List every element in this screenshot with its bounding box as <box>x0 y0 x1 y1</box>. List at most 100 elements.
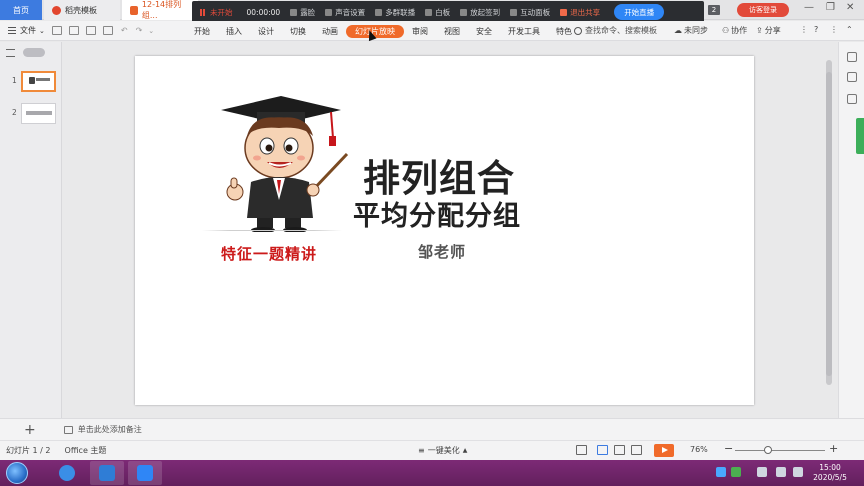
zoom-in-icon[interactable]: + <box>829 442 838 455</box>
menu-bar: 文件 ⌄ ↶ ↷ ⌄ 开始 插入 设计 切换 动画 幻灯片放映 审阅 视图 安全… <box>0 21 864 41</box>
system-clock[interactable]: 15:00 2020/5/5 <box>810 463 850 483</box>
hamburger-icon <box>8 27 16 34</box>
slide-thumbnail-1[interactable] <box>21 71 56 92</box>
tab-home[interactable]: 首页 <box>0 0 42 20</box>
print-icon[interactable] <box>85 26 96 35</box>
sound-settings-button[interactable]: 声音设置 <box>325 7 365 18</box>
tab-developer[interactable]: 开发工具 <box>500 21 548 41</box>
zoom-slider[interactable] <box>735 450 825 451</box>
save-icon[interactable] <box>51 26 62 35</box>
tray-display-icon[interactable] <box>776 467 786 477</box>
tab-design[interactable]: 设计 <box>250 21 282 41</box>
chevron-up-icon: ▲ <box>462 447 468 454</box>
sync-status[interactable]: ☁ 未同步 <box>674 25 708 36</box>
camera-label: 露脸 <box>300 7 316 17</box>
add-slide-icon[interactable]: + <box>24 422 36 438</box>
window-count-badge[interactable]: 2 <box>708 5 720 15</box>
start-live-button[interactable]: 开始直播 <box>614 4 665 20</box>
taskbar-app-sogou[interactable] <box>50 461 84 485</box>
zoom-out-icon[interactable]: − <box>724 442 733 455</box>
right-sidebar <box>838 42 864 418</box>
chevron-down-icon: ⌄ <box>39 26 45 35</box>
location-icon <box>460 8 468 16</box>
command-search-label: 查找命令、搜索模板 <box>585 26 657 35</box>
reading-view-icon[interactable] <box>631 445 642 455</box>
tab-animation[interactable]: 动画 <box>314 21 346 41</box>
daoke-logo-icon <box>52 5 61 15</box>
tab-template[interactable]: 稻壳模板 <box>44 0 120 20</box>
format-icon[interactable] <box>847 94 857 104</box>
slide-thumbnail-2[interactable] <box>21 103 56 124</box>
more-options-icon[interactable]: ⋮ <box>800 25 808 34</box>
tab-insert[interactable]: 插入 <box>218 21 250 41</box>
command-search[interactable]: 查找命令、搜索模板 <box>574 25 657 36</box>
tab-start[interactable]: 开始 <box>186 21 218 41</box>
exit-icon <box>560 8 568 16</box>
tray-volume-icon[interactable] <box>793 467 803 477</box>
tab-document[interactable]: 12-14排列组... <box>122 0 198 20</box>
clock-date: 2020/5/5 <box>813 473 847 482</box>
undo-icon[interactable]: ↶ <box>121 26 128 35</box>
vertical-scrollbar-thumb[interactable] <box>826 72 832 376</box>
quick-access-more-icon[interactable]: ⌄ <box>148 27 154 35</box>
more-icon[interactable]: ⋮ <box>830 25 838 34</box>
zoom-level[interactable]: 76% <box>690 445 708 454</box>
tab-template-label: 稻壳模板 <box>65 5 97 15</box>
share-button[interactable]: ⇪ 分享 <box>756 25 781 36</box>
slide-number: 2 <box>12 108 17 117</box>
close-icon[interactable]: ✕ <box>846 2 854 13</box>
notes-view-icon[interactable] <box>576 445 587 455</box>
start-live-label: 开始直播 <box>624 7 655 17</box>
recording-state-label: 未开始 <box>210 7 233 17</box>
collapse-ribbon-icon[interactable]: ⌃ <box>846 25 853 34</box>
multi-group-button[interactable]: 多群联播 <box>375 7 415 18</box>
thumbnail-view-toggle[interactable] <box>23 48 45 57</box>
check-in-button[interactable]: 放起签到 <box>460 7 500 18</box>
preview-icon[interactable] <box>102 26 113 35</box>
taskbar-app-wps[interactable] <box>90 461 124 485</box>
whiteboard-label: 白板 <box>435 7 451 17</box>
task-pane-icon[interactable] <box>847 52 857 62</box>
whiteboard-button[interactable]: 白板 <box>425 7 450 18</box>
tab-security[interactable]: 安全 <box>468 21 500 41</box>
taskbar-app-recorder[interactable] <box>128 461 162 485</box>
login-label: 访客登录 <box>749 6 777 14</box>
camera-icon <box>290 8 298 16</box>
camera-button[interactable]: 露脸 <box>290 7 315 18</box>
tab-review[interactable]: 审阅 <box>404 21 436 41</box>
help-icon[interactable]: ? <box>814 25 818 34</box>
slide[interactable]: 排列组合 平均分配分组 邹老师 特征一题精讲 <box>135 56 754 405</box>
slide-number: 1 <box>12 76 17 85</box>
login-button[interactable]: 访客登录 <box>737 3 789 17</box>
redo-icon[interactable]: ↷ <box>136 26 143 35</box>
file-menu[interactable]: 文件 ⌄ <box>8 25 45 36</box>
interaction-panel-button[interactable]: 互动面板 <box>510 7 550 18</box>
minimize-icon[interactable]: — <box>804 2 814 13</box>
tray-flag-icon[interactable] <box>757 467 767 477</box>
exit-share-button[interactable]: 退出共享 <box>560 7 600 18</box>
normal-view-icon[interactable] <box>597 445 608 455</box>
multi-group-label: 多群联播 <box>385 7 416 17</box>
tab-view[interactable]: 视图 <box>436 21 468 41</box>
outline-view-icon[interactable] <box>6 48 15 57</box>
zoom-slider-knob[interactable] <box>764 446 772 454</box>
start-button[interactable] <box>6 462 28 484</box>
collaborate-label: 协作 <box>731 26 748 35</box>
theme-name: Office 主题 <box>64 446 107 455</box>
notes-placeholder[interactable]: 单击此处添加备注 <box>78 424 142 435</box>
tab-home-label: 首页 <box>13 5 29 15</box>
side-panel-tab[interactable] <box>856 118 864 154</box>
share-label: 分享 <box>764 26 781 35</box>
beautify-button[interactable]: ≡ 一键美化 ▲ <box>418 445 467 456</box>
collaborate-button[interactable]: ⚇ 协作 <box>722 25 747 36</box>
exit-share-label: 退出共享 <box>570 7 601 17</box>
tray-security-icon[interactable] <box>731 467 741 477</box>
export-icon[interactable] <box>68 26 79 35</box>
tab-transition[interactable]: 切换 <box>282 21 314 41</box>
whiteboard-icon <box>425 8 433 16</box>
restore-icon[interactable]: ❐ <box>826 2 835 13</box>
style-icon[interactable] <box>847 72 857 82</box>
sorter-view-icon[interactable] <box>614 445 625 455</box>
play-slideshow-button[interactable] <box>654 444 674 457</box>
tray-network-icon[interactable] <box>716 467 726 477</box>
